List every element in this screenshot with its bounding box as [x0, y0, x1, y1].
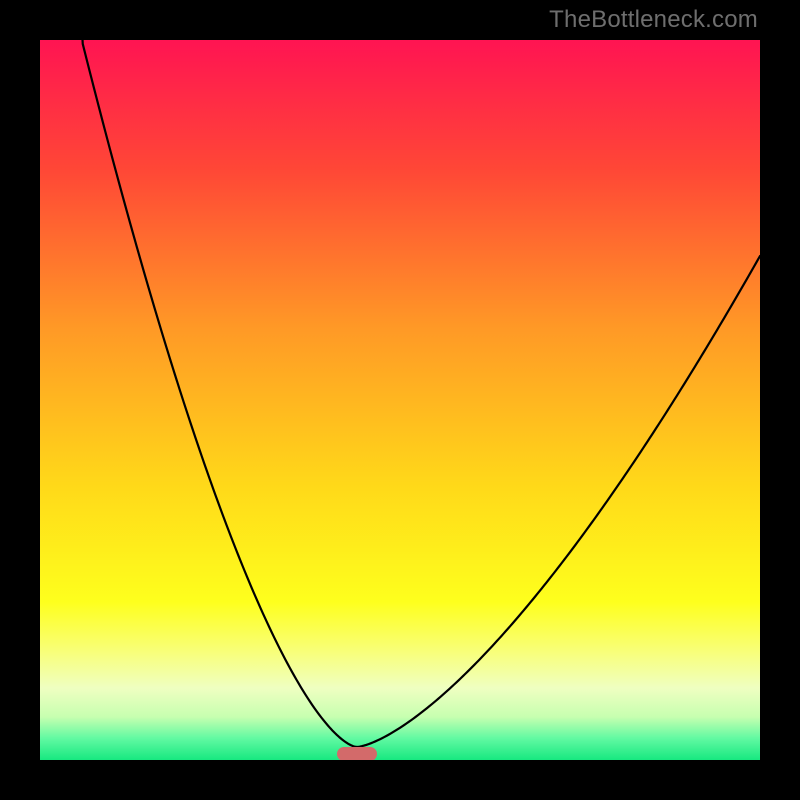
bottleneck-curve — [40, 40, 760, 747]
minimum-marker — [337, 747, 377, 760]
curve-layer — [40, 40, 760, 760]
plot-area — [40, 40, 760, 760]
chart-frame: TheBottleneck.com — [0, 0, 800, 800]
watermark-text: TheBottleneck.com — [549, 6, 758, 34]
